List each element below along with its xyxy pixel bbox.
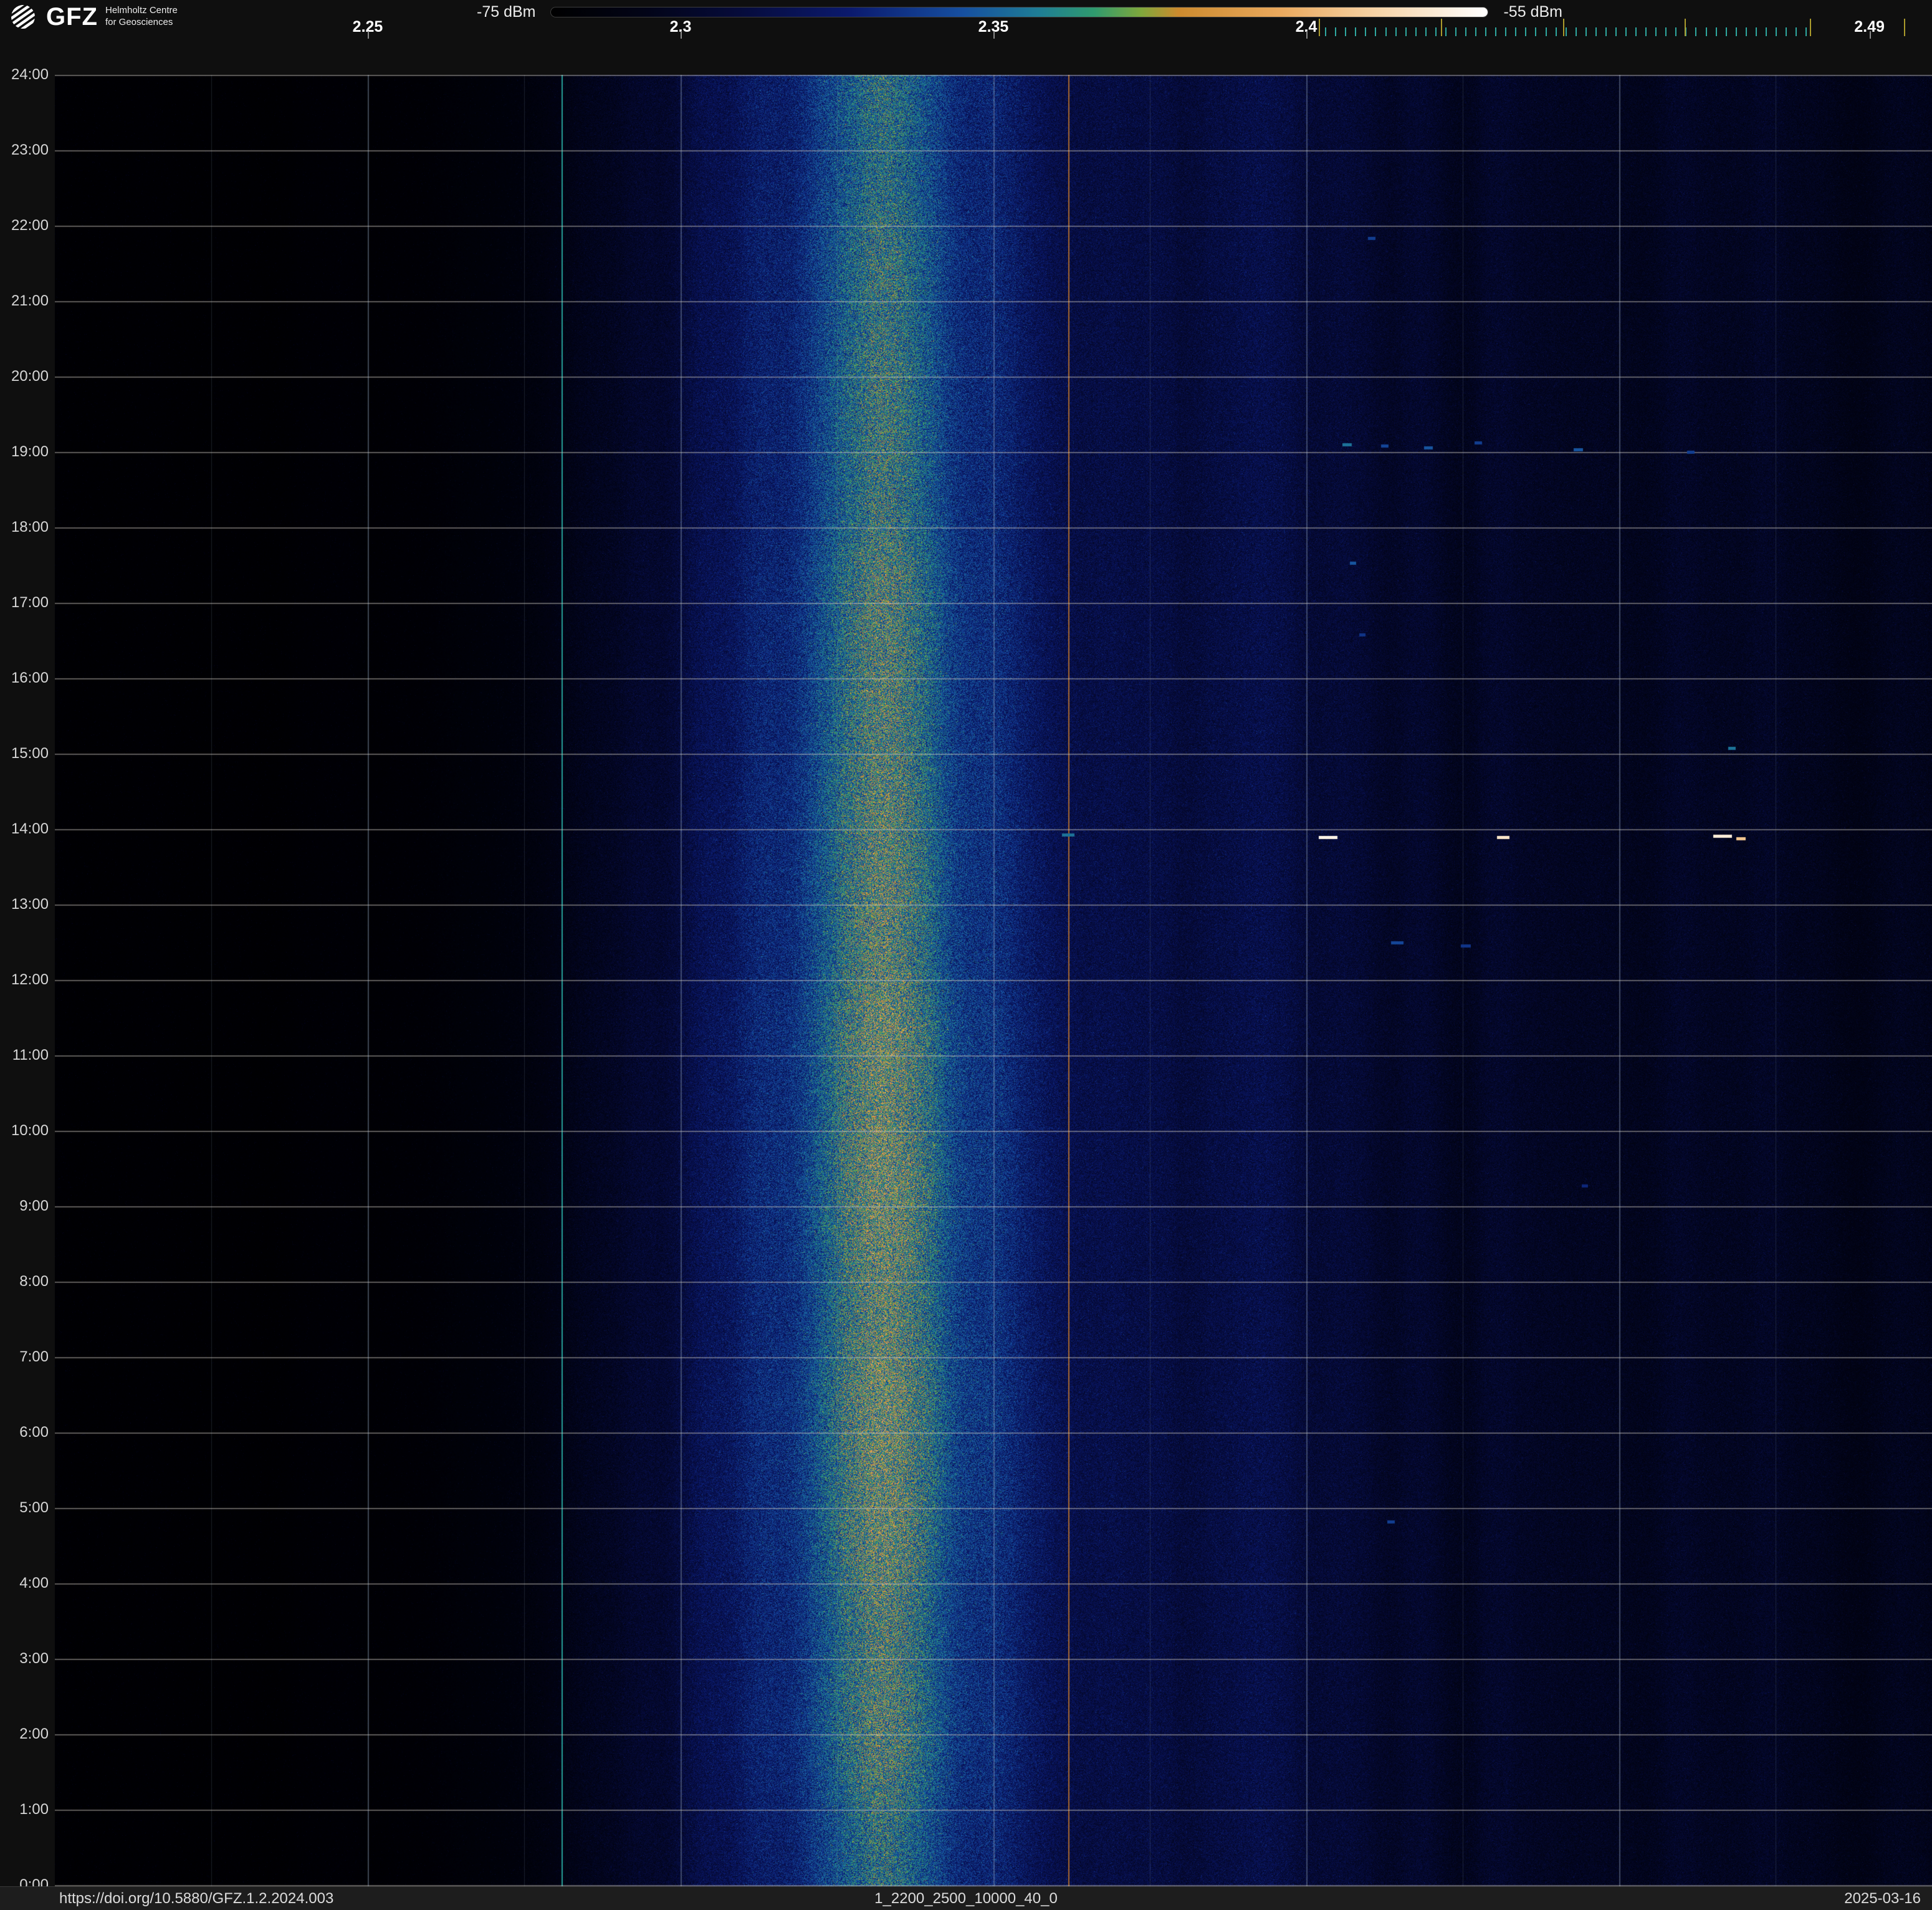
time-tick-label: 11:00 [12,1047,49,1063]
time-tick-label: 20:00 [11,368,49,385]
gfz-logo: GFZ Helmholtz Centre for Geosciences [6,0,178,34]
date-label: 2025-03-16 [1844,1889,1921,1907]
time-tick-label: 7:00 [19,1348,49,1365]
time-tick-label: 14:00 [11,820,49,837]
spectrogram-canvas [55,75,1932,1886]
time-tick-label: 3:00 [19,1650,49,1667]
gfz-logo-text: GFZ [46,3,98,31]
time-tick-label: 21:00 [11,292,49,309]
time-tick-label: 13:00 [11,896,49,913]
footer-bar: https://doi.org/10.5880/GFZ.1.2.2024.003… [0,1886,1932,1910]
time-tick-label: 19:00 [11,443,49,460]
time-tick-label: 6:00 [19,1424,49,1441]
dataset-id: 1_2200_2500_10000_40_0 [874,1889,1058,1907]
spectrogram-app: GFZ Helmholtz Centre for Geosciences -75… [0,0,1932,1910]
time-tick-label: 24:00 [11,66,49,83]
time-tick-label: 18:00 [11,519,49,535]
time-tick-label: 2:00 [19,1725,49,1742]
time-tick-label: 9:00 [19,1197,49,1214]
time-tick-label: 17:00 [11,594,49,611]
doi-link[interactable]: https://doi.org/10.5880/GFZ.1.2.2024.003 [59,1890,333,1908]
time-tick-label: 22:00 [11,217,49,234]
header-bar: GFZ Helmholtz Centre for Geosciences -75… [0,0,1932,37]
gfz-logo-subtitle-line1: Helmholtz Centre [105,5,178,16]
time-tick-label: 4:00 [19,1575,49,1591]
time-tick-label: 8:00 [19,1273,49,1290]
time-tick-label: 16:00 [11,669,49,686]
gfz-logo-icon [6,0,40,34]
time-tick-label: 10:00 [11,1122,49,1139]
time-tick-label: 23:00 [11,142,49,158]
time-tick-label: 1:00 [19,1801,49,1818]
gfz-logo-subtitle-line2: for Geosciences [105,17,173,27]
colorbar-max-label: -55 dBm [1503,2,1562,21]
time-tick-label: 12:00 [11,971,49,988]
time-tick-label: 5:00 [19,1499,49,1516]
spectrogram-plot [55,75,1932,1886]
colorbar-gradient [550,6,1489,17]
colorbar-min-label: -75 dBm [477,2,536,21]
time-tick-label: 15:00 [11,745,49,762]
time-axis: 24:00 23:00 22:00 21:00 20:00 19:00 18:00 17:00… [0,0,55,1910]
gfz-logo-subtitle: Helmholtz Centre for Geosciences [105,5,178,29]
colorbar-group: -75 dBm -55 dBm [477,2,1562,21]
